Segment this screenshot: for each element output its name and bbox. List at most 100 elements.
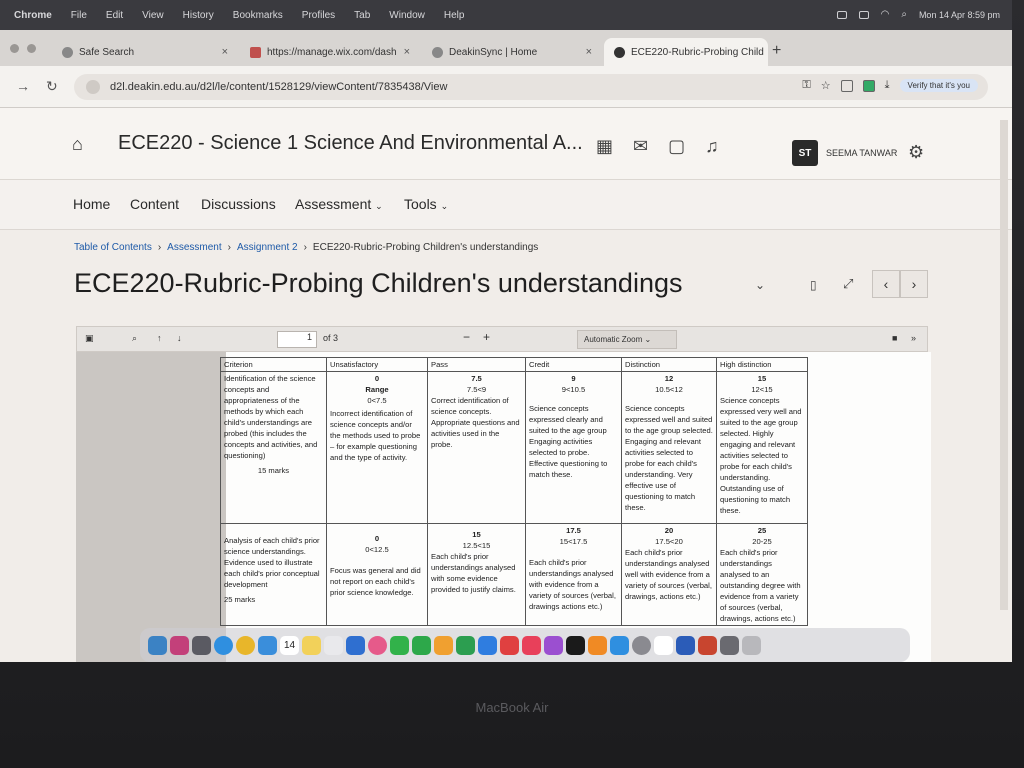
apps-icon[interactable]	[192, 635, 211, 655]
menu-help[interactable]: Help	[444, 10, 465, 21]
bell-icon[interactable]: ♫	[705, 136, 719, 157]
close-icon[interactable]: ×	[404, 46, 410, 58]
podcasts-icon[interactable]	[544, 635, 563, 655]
tv-icon[interactable]	[566, 635, 585, 655]
calendar-icon[interactable]: 14	[280, 635, 299, 655]
close-window-button[interactable]	[10, 44, 19, 53]
breadcrumb-assessment[interactable]: Assessment	[167, 242, 221, 253]
bookmark-icon[interactable]: ▯	[810, 278, 817, 292]
checkbox-extension-icon[interactable]	[862, 79, 875, 92]
preview-icon[interactable]	[654, 635, 673, 655]
course-title[interactable]: ECE220 - Science 1 Science And Environme…	[118, 132, 583, 155]
range: 0<12.5	[365, 545, 389, 554]
tab-safe-search[interactable]: Safe Search ×	[52, 38, 238, 66]
spotlight-icon[interactable]: ⌕	[901, 9, 907, 20]
battery-icon[interactable]	[858, 10, 869, 19]
books-icon[interactable]	[588, 635, 607, 655]
minimize-window-button[interactable]	[27, 44, 36, 53]
star-icon[interactable]: ☆	[821, 79, 831, 92]
scrollbar[interactable]	[1000, 120, 1008, 610]
menu-view[interactable]: View	[142, 10, 164, 21]
previous-button[interactable]: ‹	[872, 270, 900, 298]
search-icon[interactable]: ⌕	[132, 333, 137, 344]
numbers-icon[interactable]	[456, 635, 475, 655]
pages-icon[interactable]	[434, 635, 453, 655]
username[interactable]: SEEMA TANWAR	[826, 148, 897, 158]
mail-app-icon[interactable]	[258, 635, 277, 655]
arrow-up-icon[interactable]: ↑	[157, 333, 162, 343]
course-selector-icon[interactable]: ▦	[596, 136, 613, 157]
tab-wix[interactable]: https://manage.wix.com/dash ×	[240, 38, 420, 66]
window-icon[interactable]	[720, 635, 739, 655]
mail-icon[interactable]: ✉	[633, 136, 648, 157]
menu-profiles[interactable]: Profiles	[302, 10, 335, 21]
menu-window[interactable]: Window	[389, 10, 425, 21]
address-bar[interactable]: d2l.deakin.edu.au/d2l/le/content/1528129…	[74, 74, 988, 100]
close-icon[interactable]: ×	[586, 46, 592, 58]
menubar-clock[interactable]: Mon 14 Apr 8:59 pm	[919, 10, 1000, 20]
menu-edit[interactable]: Edit	[106, 10, 123, 21]
nav-home[interactable]: Home	[73, 196, 110, 212]
menu-file[interactable]: File	[71, 10, 87, 21]
zoom-in-button[interactable]: +	[483, 330, 490, 344]
nav-content[interactable]: Content	[130, 196, 179, 212]
chevron-down-icon[interactable]: ⌄	[755, 278, 765, 292]
verify-button[interactable]: Verify that it's you	[899, 79, 978, 92]
home-icon[interactable]: ⌂	[72, 134, 83, 155]
menu-history[interactable]: History	[183, 10, 214, 21]
avatar[interactable]: ST	[792, 140, 818, 166]
page-number-input[interactable]: 1	[277, 331, 317, 348]
sidebar-toggle-icon[interactable]: ▣	[85, 333, 94, 344]
facetime-icon[interactable]	[412, 635, 431, 655]
nav-discussions[interactable]: Discussions	[201, 196, 276, 212]
next-button[interactable]: ›	[900, 270, 928, 298]
new-tab-icon[interactable]: +	[772, 42, 781, 60]
maps-icon[interactable]	[346, 635, 365, 655]
close-icon[interactable]: ×	[222, 46, 228, 58]
status-icon[interactable]	[836, 10, 847, 19]
photos-icon[interactable]	[368, 635, 387, 655]
finder-icon[interactable]	[148, 635, 167, 655]
extension-icon[interactable]	[840, 79, 853, 92]
launchpad-icon[interactable]	[170, 635, 189, 655]
messages-icon[interactable]	[390, 635, 409, 655]
arrow-down-icon[interactable]: ↓	[177, 333, 182, 343]
menu-chrome[interactable]: Chrome	[14, 10, 52, 21]
macos-dock: 14	[140, 628, 910, 662]
breadcrumb-assignment[interactable]: Assignment 2	[237, 242, 298, 253]
menu-bookmarks[interactable]: Bookmarks	[233, 10, 283, 21]
nav-assessment[interactable]: Assessment ⌄	[295, 196, 383, 212]
nav-tools[interactable]: Tools ⌄	[404, 196, 448, 212]
app-store-icon[interactable]	[610, 635, 629, 655]
url-text[interactable]: d2l.deakin.edu.au/d2l/le/content/1528129…	[110, 81, 447, 93]
news-icon[interactable]	[500, 635, 519, 655]
download-icon[interactable]: ⤓	[885, 79, 890, 92]
trash-icon[interactable]	[742, 635, 761, 655]
breadcrumb-toc[interactable]: Table of Contents	[74, 242, 152, 253]
key-icon[interactable]: ⚿	[802, 79, 810, 92]
chrome-icon[interactable]	[236, 635, 255, 655]
forward-icon[interactable]: →	[16, 78, 30, 94]
tab-deakinsync[interactable]: DeakinSync | Home ×	[422, 38, 602, 66]
more-tools-icon[interactable]: »	[911, 333, 916, 343]
presentation-icon[interactable]: ■	[892, 333, 897, 343]
site-info-icon[interactable]	[86, 80, 100, 94]
zoom-out-button[interactable]: −	[463, 330, 470, 344]
reload-icon[interactable]: ↻	[46, 78, 58, 95]
chat-icon[interactable]: ▢	[668, 136, 685, 157]
notes-icon[interactable]	[302, 635, 321, 655]
powerpoint-icon[interactable]	[698, 635, 717, 655]
music-icon[interactable]	[522, 635, 541, 655]
word-icon[interactable]	[676, 635, 695, 655]
fullscreen-icon[interactable]: ⤢	[843, 276, 853, 292]
reminders-icon[interactable]	[324, 635, 343, 655]
zoom-select[interactable]: Automatic Zoom ⌄	[577, 330, 677, 349]
chevron-right-icon: ›	[227, 242, 231, 253]
tab-rubric[interactable]: ECE220-Rubric-Probing Child ×	[604, 38, 768, 66]
safari-icon[interactable]	[214, 635, 233, 655]
wifi-icon[interactable]: ◠	[881, 9, 890, 20]
keynote-icon[interactable]	[478, 635, 497, 655]
settings-icon[interactable]	[632, 635, 651, 655]
gear-icon[interactable]: ⚙	[908, 142, 924, 163]
menu-tab[interactable]: Tab	[354, 10, 370, 21]
